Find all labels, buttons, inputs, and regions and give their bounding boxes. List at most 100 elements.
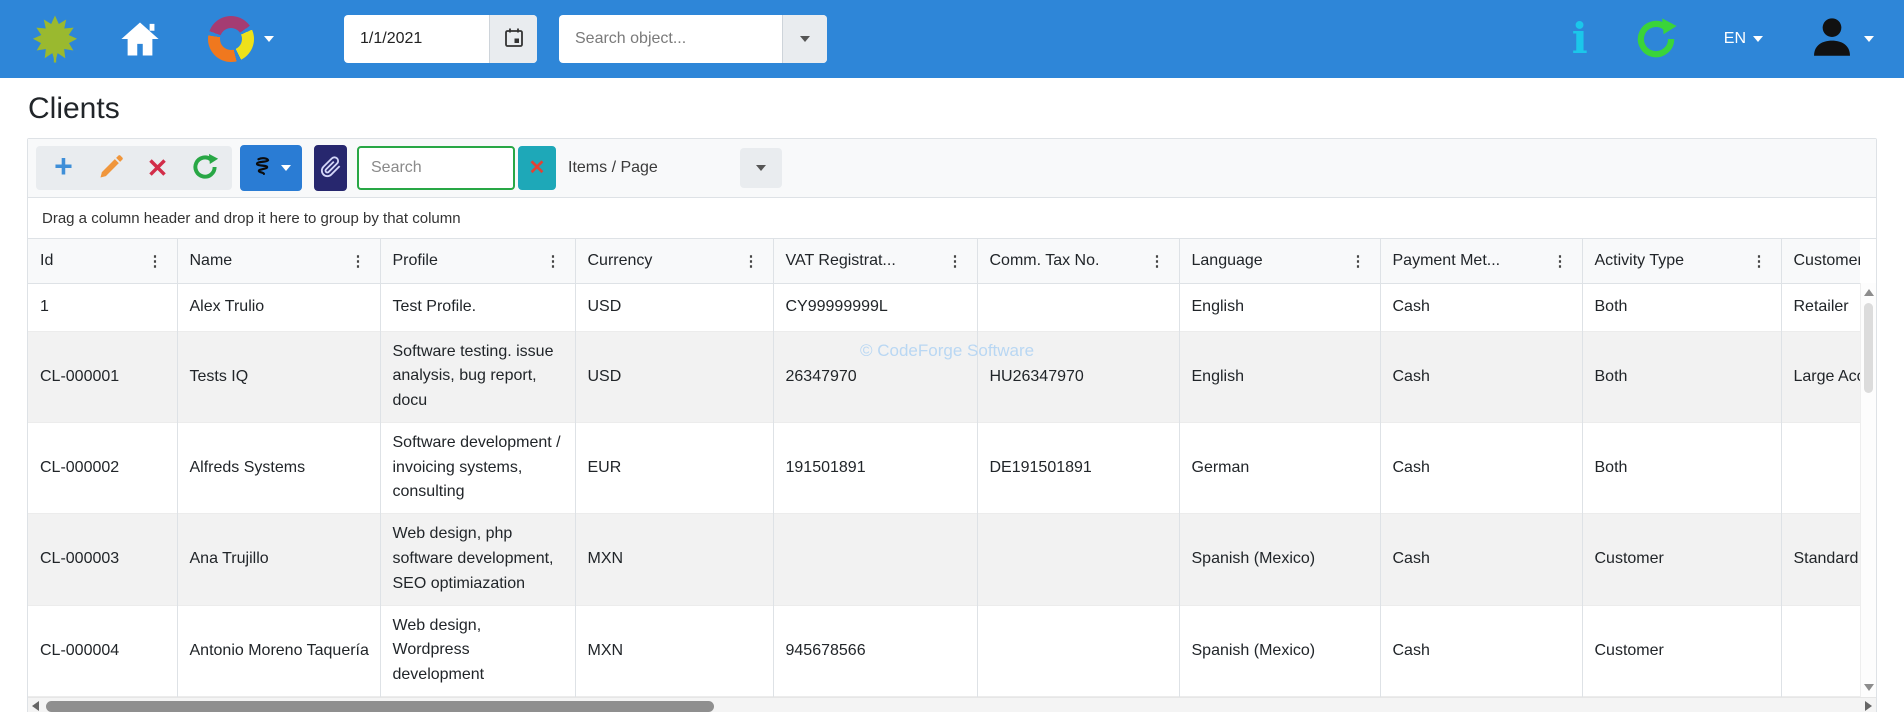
cell: Both [1582,422,1781,513]
cell [977,514,1179,605]
chevron-down-icon [281,165,291,171]
cell: Cash [1380,283,1582,331]
cell: Cash [1380,514,1582,605]
table-row[interactable]: CL-000002Alfreds SystemsSoftware develop… [28,422,1860,513]
column-menu-icon[interactable]: ⋮ [146,252,165,270]
user-menu[interactable] [1809,14,1874,65]
edit-button[interactable] [87,148,134,188]
column-menu-icon[interactable]: ⋮ [1551,252,1570,270]
column-header-id[interactable]: Id ⋮ [28,239,177,283]
cell: Cash [1380,331,1582,422]
table-row[interactable]: CL-000003Ana TrujilloWeb design, php sof… [28,514,1860,605]
cell: German [1179,422,1380,513]
cell: DE191501891 [977,422,1179,513]
cell: CL-000001 [28,331,177,422]
cell: Test Profile. [380,283,575,331]
scroll-left-icon[interactable] [32,701,39,711]
cell: Alex Trulio [177,283,380,331]
column-menu-icon[interactable]: ⋮ [349,252,368,270]
cell: Web design, php software development, SE… [380,514,575,605]
items-per-page-dropdown[interactable] [740,148,782,188]
dashboard-donut-menu[interactable] [208,16,274,62]
add-button[interactable]: + [40,148,87,188]
table-row[interactable]: CL-000001Tests IQSoftware testing. issue… [28,331,1860,422]
column-menu-icon[interactable]: ⋮ [742,252,761,270]
cell: Large Acco [1781,331,1860,422]
column-label: Name [190,252,233,270]
column-menu-icon[interactable]: ⋮ [946,252,965,270]
scroll-down-icon[interactable] [1864,684,1874,691]
attachments-button[interactable] [314,145,347,191]
donut-chart-icon [208,16,254,62]
column-label: Profile [393,252,438,270]
cell: 26347970 [773,331,977,422]
column-menu-icon[interactable]: ⋮ [1750,252,1769,270]
cell: Alfreds Systems [177,422,380,513]
vertical-scroll-thumb[interactable] [1864,303,1873,393]
refresh-grid-button[interactable] [181,148,228,188]
cell [1781,605,1860,696]
language-label: EN [1724,30,1746,48]
page-title: Clients [28,92,1876,126]
column-label: Currency [588,252,653,270]
chevron-down-icon [800,36,810,42]
column-label: Customer [1794,252,1861,270]
cell [773,514,977,605]
chevron-down-icon [1864,36,1874,42]
cell: Spanish (Mexico) [1179,605,1380,696]
refresh-icon[interactable] [1634,17,1678,61]
refresh-icon [191,153,219,184]
column-menu-icon[interactable]: ⋮ [544,252,563,270]
table-row[interactable]: 1Alex TrulioTest Profile.USDCY99999999LE… [28,283,1860,331]
search-input[interactable] [357,146,515,190]
cell: 1 [28,283,177,331]
table-row[interactable]: CL-000004Antonio Moreno TaqueríaWeb desi… [28,605,1860,696]
leaf-logo-icon[interactable] [30,14,80,64]
column-header-payment-met-[interactable]: Payment Met...⋮ [1380,239,1582,283]
cell: EUR [575,422,773,513]
language-selector[interactable]: EN [1724,30,1763,48]
cell: Both [1582,331,1781,422]
cell: USD [575,331,773,422]
cell: CL-000002 [28,422,177,513]
column-header-vat-registrat-[interactable]: VAT Registrat...⋮ [773,239,977,283]
delete-button[interactable]: ✕ [134,148,181,188]
cell: 945678566 [773,605,977,696]
cell [977,283,1179,331]
clients-panel: + ✕ [27,138,1877,712]
grid-body: 1Alex TrulioTest Profile.USDCY99999999LE… [28,283,1860,697]
home-icon[interactable] [118,17,162,61]
column-header-currency[interactable]: Currency ⋮ [575,239,773,283]
crud-button-group: + ✕ [36,146,232,190]
horizontal-scrollbar[interactable] [28,697,1876,712]
cell: 191501891 [773,422,977,513]
horizontal-scroll-thumb[interactable] [46,701,714,712]
object-search-dropdown-button[interactable] [782,15,827,63]
chevron-down-icon [756,165,766,171]
column-header-language[interactable]: Language⋮ [1179,239,1380,283]
column-label: Id [40,252,53,270]
column-header-name[interactable]: Name ⋮ [177,239,380,283]
date-value[interactable]: 1/1/2021 [344,30,489,48]
object-search-input[interactable] [559,30,782,48]
column-header-customer[interactable]: Customer⋮ [1781,239,1860,283]
scroll-right-icon[interactable] [1865,701,1872,711]
chevron-down-icon [264,36,274,42]
actions-dropdown-button[interactable] [240,145,302,191]
column-header-profile[interactable]: Profile ⋮ [380,239,575,283]
clear-search-button[interactable]: ✕ [518,146,556,190]
info-icon[interactable]: i [1572,18,1588,60]
scroll-up-icon[interactable] [1864,289,1874,296]
group-by-bar[interactable]: Drag a column header and drop it here to… [28,197,1876,239]
calendar-button[interactable] [489,15,537,63]
cell: USD [575,283,773,331]
column-menu-icon[interactable]: ⋮ [1349,252,1368,270]
cell: English [1179,331,1380,422]
cell: MXN [575,605,773,696]
column-header-activity-type[interactable]: Activity Type⋮ [1582,239,1781,283]
vertical-scrollbar[interactable] [1860,283,1876,697]
column-menu-icon[interactable]: ⋮ [1148,252,1167,270]
cell: Ana Trujillo [177,514,380,605]
avatar [1809,14,1855,65]
column-header-comm-tax-no-[interactable]: Comm. Tax No.⋮ [977,239,1179,283]
